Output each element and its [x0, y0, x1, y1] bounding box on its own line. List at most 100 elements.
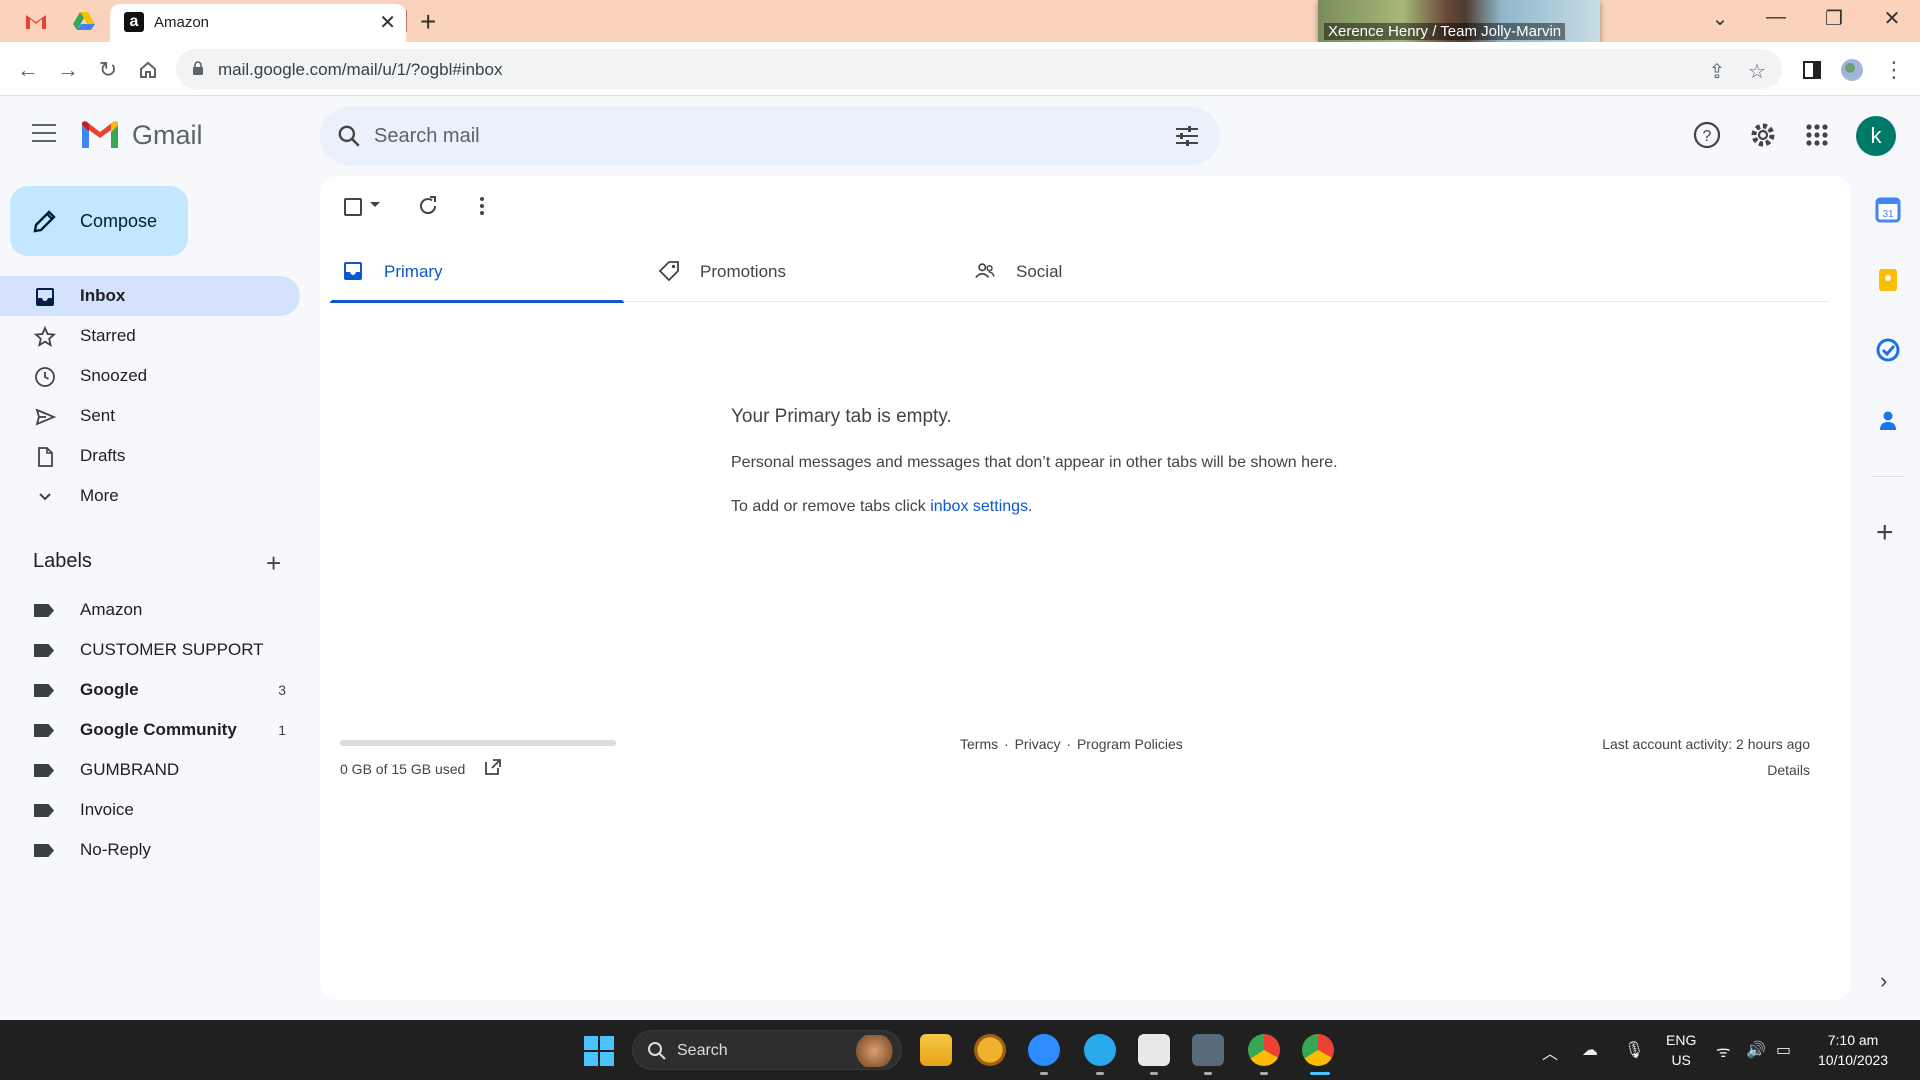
new-tab-button[interactable]: +: [420, 6, 436, 38]
windows-taskbar: Search ︿ ☁ 🎙 ENG US ᯤ 🔊 ▭ 7:10 am 10/10/20…: [0, 1020, 1920, 1080]
lock-icon: [193, 61, 203, 75]
home-icon[interactable]: [134, 56, 162, 84]
snipping-tool-icon[interactable]: [1138, 1034, 1170, 1066]
restore-icon[interactable]: ❐: [1814, 6, 1854, 31]
program-policies-link[interactable]: Program Policies: [1077, 736, 1183, 752]
search-icon[interactable]: [336, 123, 362, 149]
taskbar-search[interactable]: Search: [632, 1030, 902, 1070]
battery-icon[interactable]: ▭: [1776, 1040, 1791, 1060]
label-item-gumbrand[interactable]: GUMBRAND: [0, 750, 300, 790]
forward-icon[interactable]: →: [54, 56, 82, 84]
input-language[interactable]: ENG US: [1666, 1030, 1696, 1070]
more-options-icon[interactable]: [470, 194, 494, 218]
inbox-settings-link[interactable]: inbox settings: [930, 498, 1028, 515]
people-icon: [975, 263, 995, 278]
keep-icon[interactable]: [1874, 266, 1902, 294]
clock-icon: [35, 367, 55, 387]
tab-label: Social: [1016, 262, 1063, 281]
sidebar-item-more[interactable]: More: [0, 476, 300, 516]
contacts-icon[interactable]: [1874, 406, 1902, 434]
refresh-icon[interactable]: [416, 194, 440, 218]
label-name: Google Community: [80, 720, 237, 739]
search-options-icon[interactable]: [1174, 124, 1200, 148]
details-link[interactable]: Details: [1602, 762, 1810, 778]
privacy-link[interactable]: Privacy: [1015, 736, 1061, 752]
video-call-overlay[interactable]: Xerence Henry / Team Jolly-Marvin: [1318, 0, 1600, 42]
browser-menu-icon[interactable]: ⋮: [1880, 56, 1908, 84]
account-avatar[interactable]: k: [1856, 116, 1896, 156]
sidebar-item-starred[interactable]: Starred: [0, 316, 300, 356]
wifi-icon[interactable]: ᯤ: [1716, 1040, 1731, 1062]
select-menu-caret-icon[interactable]: [370, 202, 380, 207]
taskbar-search-icon: [648, 1042, 666, 1060]
label-item-amazon[interactable]: Amazon: [0, 590, 300, 630]
label-item-google-community[interactable]: Google Community 1: [0, 710, 300, 750]
sidebar-item-snoozed[interactable]: Snoozed: [0, 356, 300, 396]
settings-gear-icon[interactable]: [1748, 120, 1778, 150]
drive-tab-icon[interactable]: [70, 8, 98, 34]
telegram-icon[interactable]: [1084, 1034, 1116, 1066]
tip-suffix: .: [1028, 498, 1033, 515]
omnibox[interactable]: mail.google.com/mail/u/1/?ogbl#inbox ⇪ ☆: [176, 49, 1782, 89]
sidebar-item-drafts[interactable]: Drafts: [0, 436, 300, 476]
sidebar-item-inbox[interactable]: Inbox: [0, 276, 300, 316]
active-browser-tab[interactable]: a Amazon ✕: [110, 4, 406, 42]
close-window-icon[interactable]: ✕: [1872, 6, 1912, 31]
chrome-icon[interactable]: [1248, 1034, 1280, 1066]
label-item-no-reply[interactable]: No-Reply: [0, 830, 300, 870]
back-icon[interactable]: ←: [14, 56, 42, 84]
close-tab-icon[interactable]: ✕: [379, 10, 396, 35]
tab-search-icon[interactable]: ⌄: [1700, 6, 1740, 31]
terms-link[interactable]: Terms: [960, 736, 998, 752]
calculator-icon[interactable]: [1192, 1034, 1224, 1066]
help-icon[interactable]: ?: [1692, 120, 1722, 150]
label-name: No-Reply: [80, 840, 151, 859]
gmail-logo-icon[interactable]: [80, 120, 120, 150]
side-panel-icon[interactable]: [1798, 56, 1826, 84]
reload-icon[interactable]: ↻: [94, 56, 122, 84]
tip-text: To add or remove tabs click: [731, 498, 931, 515]
tab-primary[interactable]: Primary: [330, 240, 624, 303]
compose-button[interactable]: Compose: [10, 186, 188, 256]
tasks-icon[interactable]: [1874, 336, 1902, 364]
volume-icon[interactable]: 🔊: [1746, 1040, 1766, 1060]
onedrive-icon[interactable]: ☁: [1582, 1040, 1598, 1060]
chevron-down-icon: [39, 493, 51, 501]
get-addons-icon[interactable]: +: [1876, 516, 1894, 550]
svg-text:31: 31: [1882, 209, 1894, 220]
bookmark-star-icon[interactable]: ☆: [1746, 59, 1768, 83]
apps-grid-icon[interactable]: [1802, 120, 1832, 150]
tray-overflow-icon[interactable]: ︿: [1542, 1040, 1558, 1064]
profile-icon[interactable]: [1838, 56, 1866, 84]
add-label-icon[interactable]: +: [266, 548, 281, 579]
label-item-google[interactable]: Google 3: [0, 670, 300, 710]
sidebar-item-sent[interactable]: Sent: [0, 396, 300, 436]
tab-social[interactable]: Social: [962, 240, 1256, 302]
tab-promotions[interactable]: Promotions: [646, 240, 940, 302]
label-item-invoice[interactable]: Invoice: [0, 790, 300, 830]
file-explorer-icon[interactable]: [920, 1034, 952, 1066]
primary-inbox-icon: [344, 262, 362, 280]
minimize-icon[interactable]: —: [1756, 6, 1796, 29]
running-indicator: [1096, 1072, 1104, 1075]
label-item-customer-support[interactable]: CUSTOMER SUPPORT: [0, 630, 300, 670]
main-menu-icon[interactable]: [32, 124, 56, 142]
label-name: Google: [80, 680, 139, 699]
hide-side-panel-icon[interactable]: ›: [1880, 968, 1887, 994]
external-link-icon[interactable]: [484, 758, 502, 776]
search-input[interactable]: [374, 121, 1134, 151]
app-icon[interactable]: [974, 1034, 1006, 1066]
select-all-checkbox[interactable]: [344, 198, 362, 216]
zoom-icon[interactable]: [1028, 1034, 1060, 1066]
gmail-tab-icon[interactable]: [22, 8, 50, 34]
windows-start-icon[interactable]: [584, 1036, 614, 1066]
chrome-profile-icon[interactable]: [1302, 1034, 1334, 1066]
running-indicator: [1204, 1072, 1212, 1075]
system-clock[interactable]: 7:10 am 10/10/2023: [1818, 1030, 1888, 1070]
calendar-icon[interactable]: 31: [1874, 196, 1902, 224]
storage-meter: [340, 740, 616, 746]
share-icon[interactable]: ⇪: [1706, 59, 1728, 83]
microphone-icon[interactable]: 🎙: [1624, 1040, 1644, 1060]
label-tag-icon: [34, 644, 54, 657]
label-name: GUMBRAND: [80, 760, 180, 779]
